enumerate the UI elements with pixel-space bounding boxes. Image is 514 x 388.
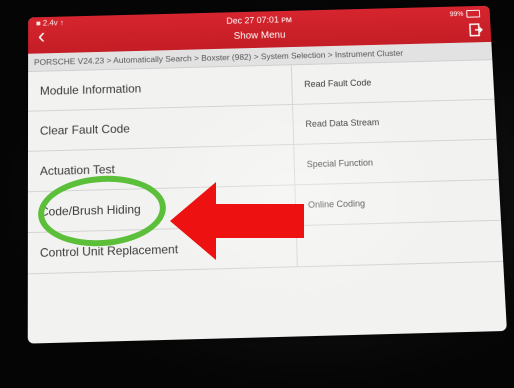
battery-level: 99% <box>449 10 464 18</box>
menu-item-read-data-stream[interactable]: Read Data Stream <box>293 99 497 145</box>
menu-item-module-information[interactable]: Module Information <box>28 65 294 112</box>
menu-item-online-coding[interactable]: Online Coding <box>295 180 501 227</box>
battery-icon <box>466 9 481 18</box>
menu-item-special-function[interactable]: Special Function <box>294 139 499 186</box>
menu-item-read-fault-code[interactable]: Read Fault Code <box>291 60 495 105</box>
menu-item-clear-fault-code[interactable]: Clear Fault Code <box>27 104 295 152</box>
red-arrow-annotation <box>170 182 304 260</box>
menu-item-empty <box>296 220 504 268</box>
tablet-screen: ■ 2.4ᴠ ↑ ‹ Dec 27 07:01 ᴘᴍ Show Menu 99%… <box>27 5 507 344</box>
exit-button[interactable] <box>469 23 483 37</box>
photo-frame: ■ 2.4ᴠ ↑ ‹ Dec 27 07:01 ᴘᴍ Show Menu 99%… <box>0 0 514 388</box>
battery-indicator: 99% <box>449 9 481 18</box>
exit-icon <box>469 23 483 37</box>
